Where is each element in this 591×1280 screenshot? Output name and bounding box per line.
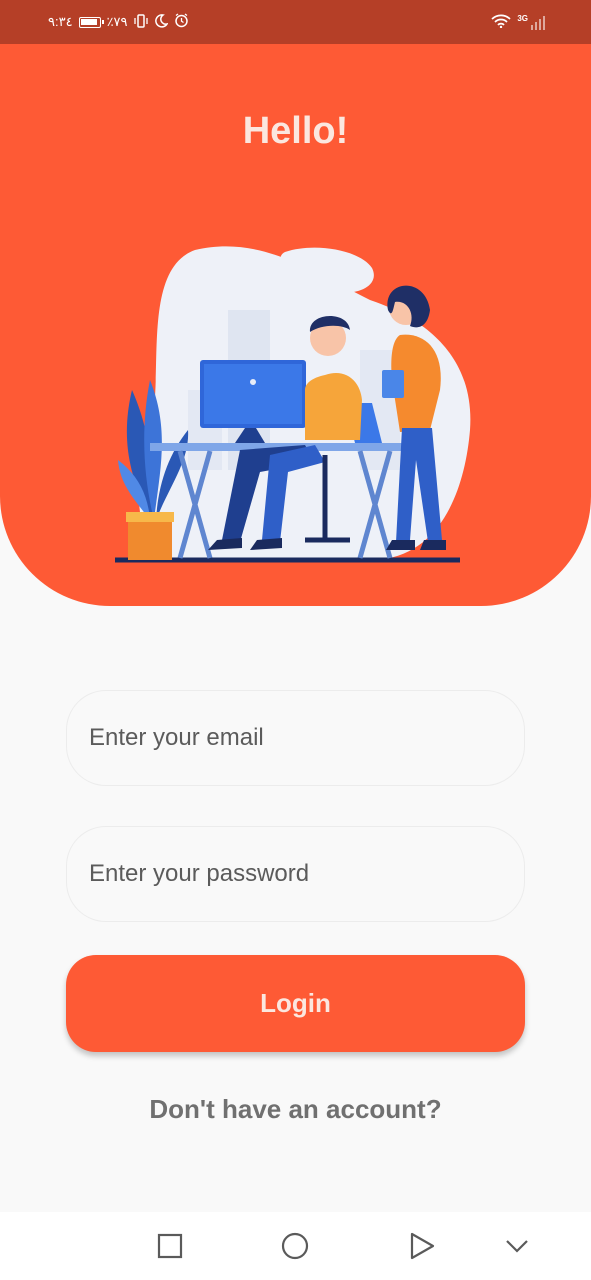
moon-icon [154, 13, 169, 31]
status-bar: ٩:٣٤ ٪٧٩ 3G [0, 0, 591, 44]
battery-icon [78, 16, 104, 28]
password-input[interactable] [87, 859, 511, 889]
email-input[interactable] [87, 723, 511, 753]
vibrate-icon [133, 13, 148, 31]
hero-header: Hello! [0, 44, 591, 606]
login-button[interactable]: Login [66, 955, 525, 1052]
back-icon[interactable] [406, 1230, 438, 1262]
status-right: 3G [491, 14, 545, 31]
signal-icon [531, 14, 545, 30]
home-icon[interactable] [279, 1230, 311, 1262]
collapse-icon[interactable] [501, 1230, 533, 1262]
signup-link[interactable]: Don't have an account? [0, 1094, 591, 1125]
battery-percent: ٪٧٩ [106, 14, 128, 29]
office-illustration [115, 246, 471, 563]
password-field[interactable] [66, 826, 525, 922]
email-field[interactable] [66, 690, 525, 786]
network-type: 3G [517, 13, 528, 23]
wifi-icon [491, 14, 511, 31]
recent-apps-icon[interactable] [154, 1230, 186, 1262]
status-time: ٩:٣٤ [48, 14, 73, 29]
hero-title: Hello! [242, 110, 349, 152]
status-left: ٩:٣٤ ٪٧٩ [48, 13, 189, 31]
system-nav-bar [0, 1212, 591, 1280]
alarm-icon [174, 13, 189, 31]
